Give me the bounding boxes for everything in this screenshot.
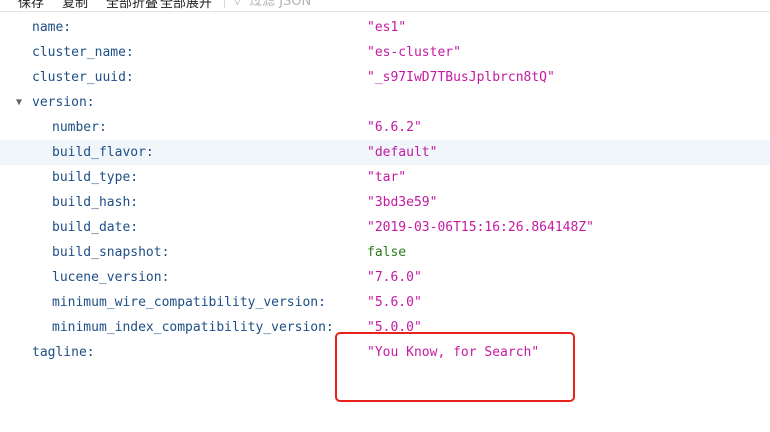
json-row-name: name: "es1" [0,15,770,40]
json-value: "3bd3e59" [367,195,438,210]
triangle-down-icon[interactable]: ▼ [13,90,25,115]
json-row-cluster-name: cluster_name: "es-cluster" [0,40,770,65]
json-value: false [367,245,407,260]
json-key: build_flavor: [52,145,154,160]
json-tree: name: "es1" cluster_name: "es-cluster" c… [0,15,770,365]
json-viewer-toolbar: 保存 复制 全部折叠 全部展开 ▽ [0,0,770,12]
json-key: lucene_version: [52,270,170,285]
json-key: cluster_name: [32,45,134,60]
json-row-number: number: "6.6.2" [0,115,770,140]
collapse-all-button[interactable]: 全部折叠 [106,0,158,11]
json-value: "_s97IwD7TBusJplbrcn8tQ" [367,70,555,85]
json-key: minimum_wire_compatibility_version: [52,295,326,310]
json-value: "7.6.0" [367,270,422,285]
json-key: build_snapshot: [52,245,170,260]
expand-all-button[interactable]: 全部展开 [160,0,212,11]
filter-json-input[interactable] [249,0,360,9]
json-value: "5.0.0" [367,320,422,335]
json-value: "es1" [367,20,407,35]
copy-button[interactable]: 复制 [62,0,88,11]
json-value: "You Know, for Search" [367,345,540,360]
json-row-build-date: build_date: "2019-03-06T15:16:26.864148Z… [0,215,770,240]
json-value: "6.6.2" [367,120,422,135]
json-key: version: [32,95,95,110]
json-value: "2019-03-06T15:16:26.864148Z" [367,220,594,235]
json-key: name: [32,20,72,35]
json-row-build-type: build_type: "tar" [0,165,770,190]
save-button[interactable]: 保存 [18,0,44,11]
toolbar-divider [224,0,226,8]
json-row-version[interactable]: ▼ version: [0,90,770,115]
json-row-build-snapshot: build_snapshot: false [0,240,770,265]
json-row-build-hash: build_hash: "3bd3e59" [0,190,770,215]
json-row-build-flavor: build_flavor: "default" [0,140,770,165]
json-value: "es-cluster" [367,45,461,60]
json-row-lucene-version: lucene_version: "7.6.0" [0,265,770,290]
json-key: number: [52,120,107,135]
json-row-cluster-uuid: cluster_uuid: "_s97IwD7TBusJplbrcn8tQ" [0,65,770,90]
json-row-tagline: tagline: "You Know, for Search" [0,340,770,365]
json-value: "tar" [367,170,407,185]
json-key: cluster_uuid: [32,70,134,85]
filter-icon: ▽ [233,0,242,7]
json-row-min-wire-compat: minimum_wire_compatibility_version: "5.6… [0,290,770,315]
json-value: "default" [367,145,438,160]
json-key: build_hash: [52,195,139,210]
json-key: build_date: [52,220,139,235]
json-key: minimum_index_compatibility_version: [52,320,334,335]
json-value: "5.6.0" [367,295,422,310]
json-key: tagline: [32,345,95,360]
json-row-min-index-compat: minimum_index_compatibility_version: "5.… [0,315,770,340]
json-key: build_type: [52,170,139,185]
filter-box[interactable]: ▽ [233,0,360,9]
